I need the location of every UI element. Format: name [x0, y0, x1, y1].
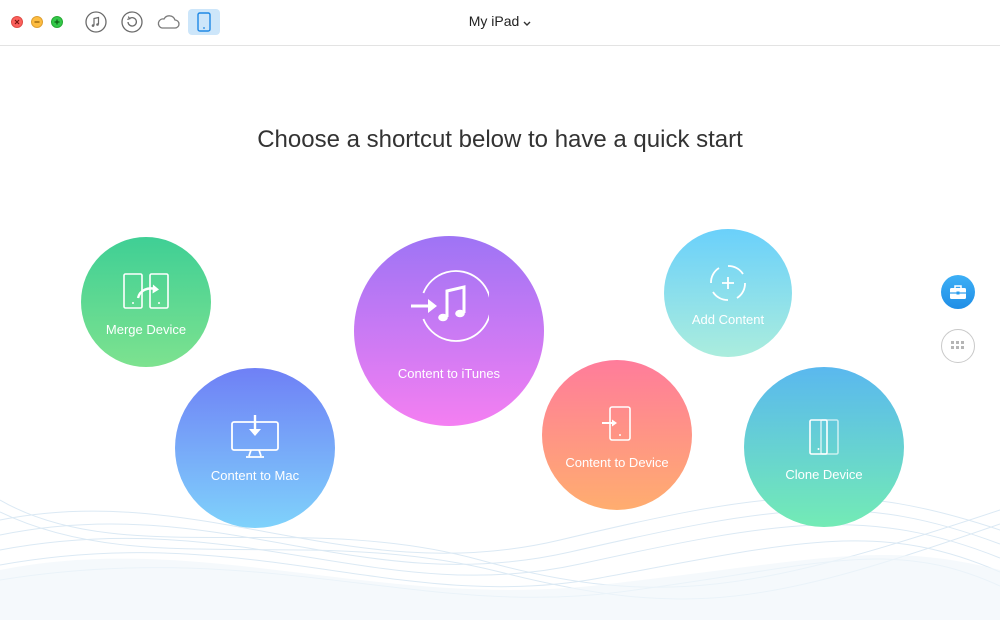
clone-device-label: Clone Device	[785, 467, 863, 482]
content-to-device-button[interactable]: Content to Device	[542, 360, 692, 510]
add-content-button[interactable]: Add Content	[664, 229, 792, 357]
clone-device-icon	[809, 419, 839, 455]
content-to-itunes-label: Content to iTunes	[397, 366, 501, 381]
restore-icon	[121, 11, 143, 33]
chevron-down-icon	[523, 14, 531, 30]
grid-icon	[951, 341, 964, 349]
merge-device-button[interactable]: Merge Device	[81, 237, 211, 367]
title-bar: My iPad	[0, 0, 1000, 46]
monitor-download-icon	[231, 415, 279, 458]
backup-restore-button[interactable]	[120, 10, 144, 34]
toolbox-button[interactable]	[941, 275, 975, 309]
content-to-device-label: Content to Device	[565, 455, 669, 470]
itunes-arrow-icon	[411, 270, 489, 342]
maximize-window-button[interactable]	[51, 16, 63, 28]
close-window-button[interactable]	[11, 16, 23, 28]
close-icon	[14, 19, 20, 25]
page-headline: Choose a shortcut below to have a quick …	[257, 126, 743, 153]
music-icon	[85, 11, 107, 33]
content-to-mac-label: Content to Mac	[210, 468, 300, 483]
content-to-itunes-button[interactable]: Content to iTunes	[354, 236, 544, 426]
content-to-mac-button[interactable]: Content to Mac	[175, 368, 335, 528]
device-import-icon	[602, 406, 631, 441]
minimize-window-button[interactable]	[31, 16, 43, 28]
device-name-label: My iPad	[468, 13, 520, 29]
add-circle-icon	[710, 265, 746, 301]
cloud-icon	[157, 15, 180, 29]
merge-device-label: Merge Device	[105, 322, 187, 337]
maximize-icon	[54, 19, 60, 25]
icloud-button[interactable]	[155, 10, 182, 34]
more-tools-button[interactable]	[941, 329, 975, 363]
itunes-library-button[interactable]	[84, 10, 108, 34]
add-content-label: Add Content	[691, 312, 765, 327]
merge-device-icon	[123, 273, 169, 309]
device-manager-button[interactable]	[188, 9, 220, 35]
clone-device-button[interactable]: Clone Device	[744, 367, 904, 527]
minimize-icon	[34, 21, 40, 23]
toolbox-icon	[950, 285, 966, 299]
device-selector[interactable]: My iPad	[440, 13, 560, 30]
ipad-icon	[197, 12, 211, 32]
